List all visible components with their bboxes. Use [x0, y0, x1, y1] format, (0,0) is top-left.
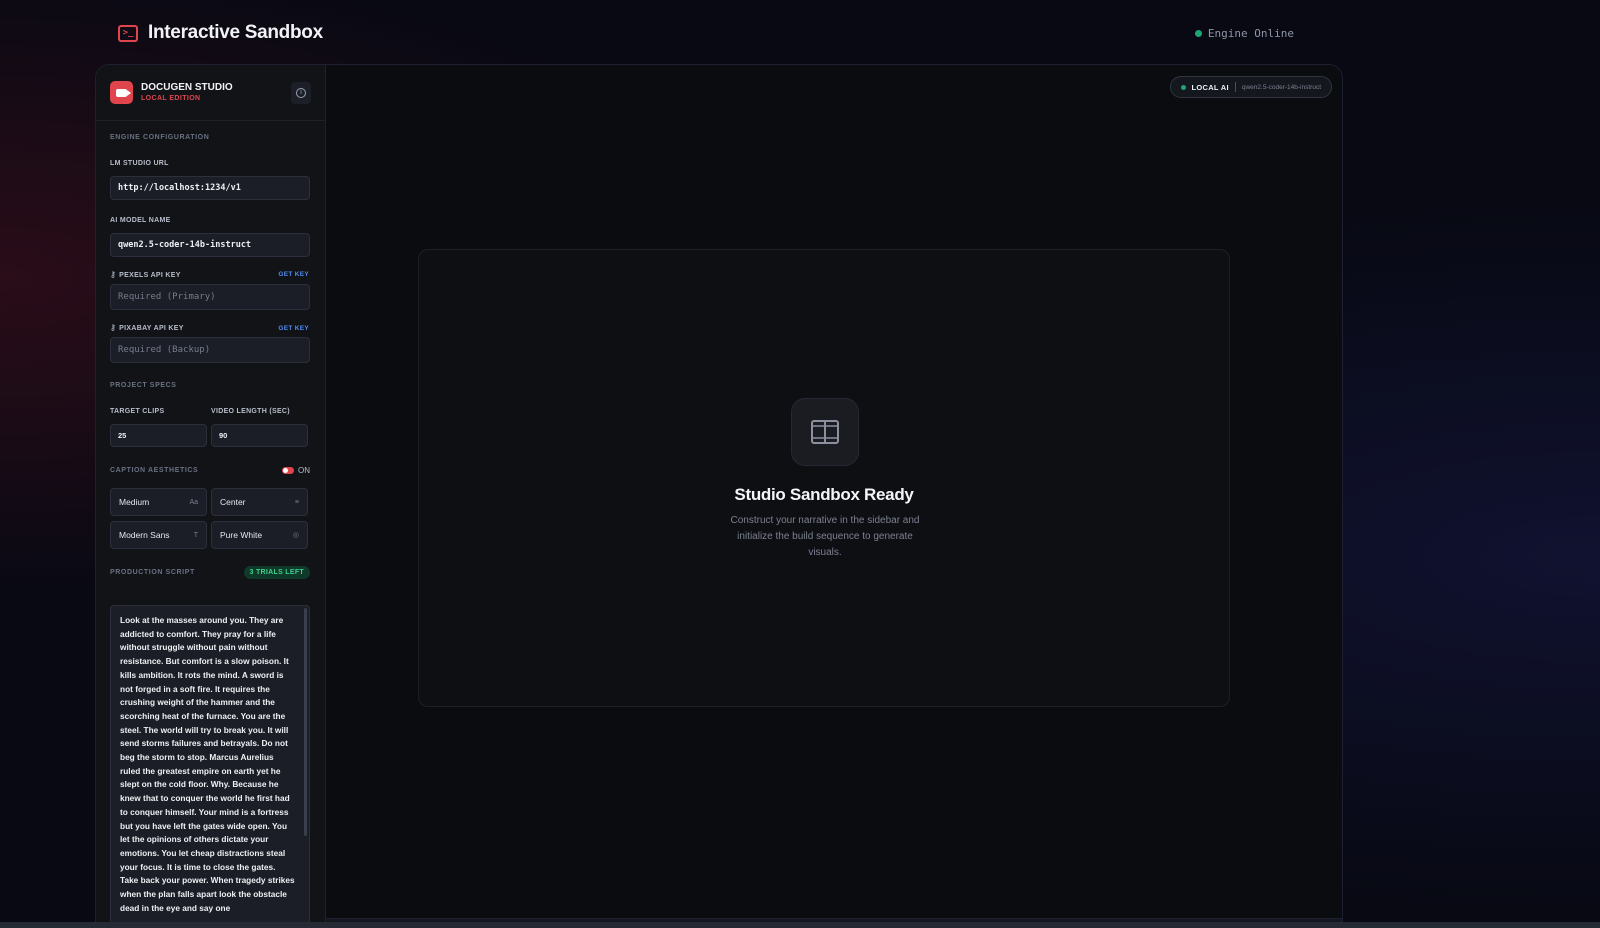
- key-icon: ⚷: [110, 270, 117, 279]
- pexels-label: ⚷ PEXELS API KEY: [110, 270, 181, 279]
- page-title: Interactive Sandbox: [148, 22, 323, 43]
- engine-status-text: Engine Online: [1207, 26, 1294, 40]
- font-size-icon: Aa: [189, 498, 198, 506]
- palette-icon: ◎: [292, 532, 299, 539]
- taskbar-strip: [0, 922, 1600, 928]
- length-label: VIDEO LENGTH (SEC): [211, 408, 290, 415]
- pixabay-get-key-link[interactable]: GET KEY: [278, 325, 309, 332]
- caption-align-select[interactable]: Center ≡: [211, 488, 308, 516]
- status-dot-icon: [1181, 84, 1187, 90]
- sidebar: DOCUGEN STUDIO LOCAL EDITION i ENGINE CO…: [96, 65, 326, 928]
- info-icon: i: [296, 87, 306, 98]
- caption-font-value: Modern Sans: [119, 530, 170, 540]
- lm-url-label: LM STUDIO URL: [110, 160, 169, 167]
- caption-color-value: Pure White: [220, 530, 263, 540]
- brand-sub: LOCAL EDITION: [141, 94, 201, 102]
- caption-size-value: Medium: [119, 497, 150, 507]
- pexels-get-key-link[interactable]: GET KEY: [278, 271, 309, 278]
- clips-label: TARGET CLIPS: [110, 408, 165, 415]
- badge-model: qwen2.5-coder-14b-instruct: [1241, 83, 1321, 91]
- align-center-icon: ≡: [294, 498, 299, 506]
- local-ai-badge: LOCAL AI qwen2.5-coder-14b-instruct: [1170, 76, 1332, 98]
- model-label: AI MODEL NAME: [110, 217, 171, 224]
- model-input[interactable]: qwen2.5-coder-14b-instruct: [110, 233, 310, 257]
- terminal-icon: >_: [118, 24, 138, 42]
- film-icon: [791, 398, 859, 466]
- preview-stage: Studio Sandbox Ready Construct your narr…: [418, 249, 1230, 707]
- caption-heading: CAPTION AESTHETICS: [110, 467, 199, 474]
- clips-input[interactable]: 25: [110, 424, 207, 447]
- caption-size-select[interactable]: Medium Aa: [110, 488, 207, 516]
- caption-font-select[interactable]: Modern Sans T: [110, 521, 207, 549]
- script-scrollbar[interactable]: [304, 608, 307, 836]
- script-text: Look at the masses around you. They are …: [120, 615, 295, 913]
- stage-title: Studio Sandbox Ready: [734, 485, 914, 504]
- caption-toggle[interactable]: ON: [282, 466, 310, 475]
- project-specs-heading: PROJECT SPECS: [110, 382, 177, 389]
- app-window: DOCUGEN STUDIO LOCAL EDITION i ENGINE CO…: [95, 64, 1343, 928]
- caption-color-select[interactable]: Pure White ◎: [211, 521, 308, 549]
- brand: DOCUGEN STUDIO LOCAL EDITION i: [96, 65, 325, 121]
- main-panel: LOCAL AI qwen2.5-coder-14b-instruct Stud…: [326, 65, 1342, 928]
- caption-align-value: Center: [220, 497, 246, 507]
- pixabay-label: ⚷ PIXABAY API KEY: [110, 323, 184, 332]
- badge-divider: [1234, 82, 1236, 92]
- toggle-switch-icon: [282, 467, 294, 474]
- top-bar: >_ Interactive Sandbox Engine Online: [118, 20, 1294, 46]
- pexels-key-input[interactable]: Required (Primary): [110, 284, 310, 310]
- video-camera-icon: [110, 81, 133, 104]
- engine-status: Engine Online: [1194, 26, 1294, 40]
- script-textarea[interactable]: Look at the masses around you. They are …: [110, 605, 310, 928]
- pixabay-key-input[interactable]: Required (Backup): [110, 337, 310, 363]
- key-icon: ⚷: [110, 323, 117, 332]
- type-icon: T: [193, 531, 198, 539]
- status-dot-icon: [1194, 29, 1202, 37]
- length-input[interactable]: 90: [211, 424, 308, 447]
- trials-badge: 3 TRIALS LEFT: [243, 566, 310, 579]
- script-heading: PRODUCTION SCRIPT: [110, 569, 195, 576]
- caption-toggle-label: ON: [298, 466, 310, 475]
- badge-label: LOCAL AI: [1191, 82, 1229, 92]
- brand-name: DOCUGEN STUDIO: [141, 81, 233, 93]
- stage-subtitle: Construct your narrative in the sidebar …: [730, 515, 920, 558]
- engine-config-heading: ENGINE CONFIGURATION: [110, 134, 210, 141]
- lm-url-input[interactable]: http://localhost:1234/v1: [110, 176, 310, 200]
- info-button[interactable]: i: [291, 81, 311, 104]
